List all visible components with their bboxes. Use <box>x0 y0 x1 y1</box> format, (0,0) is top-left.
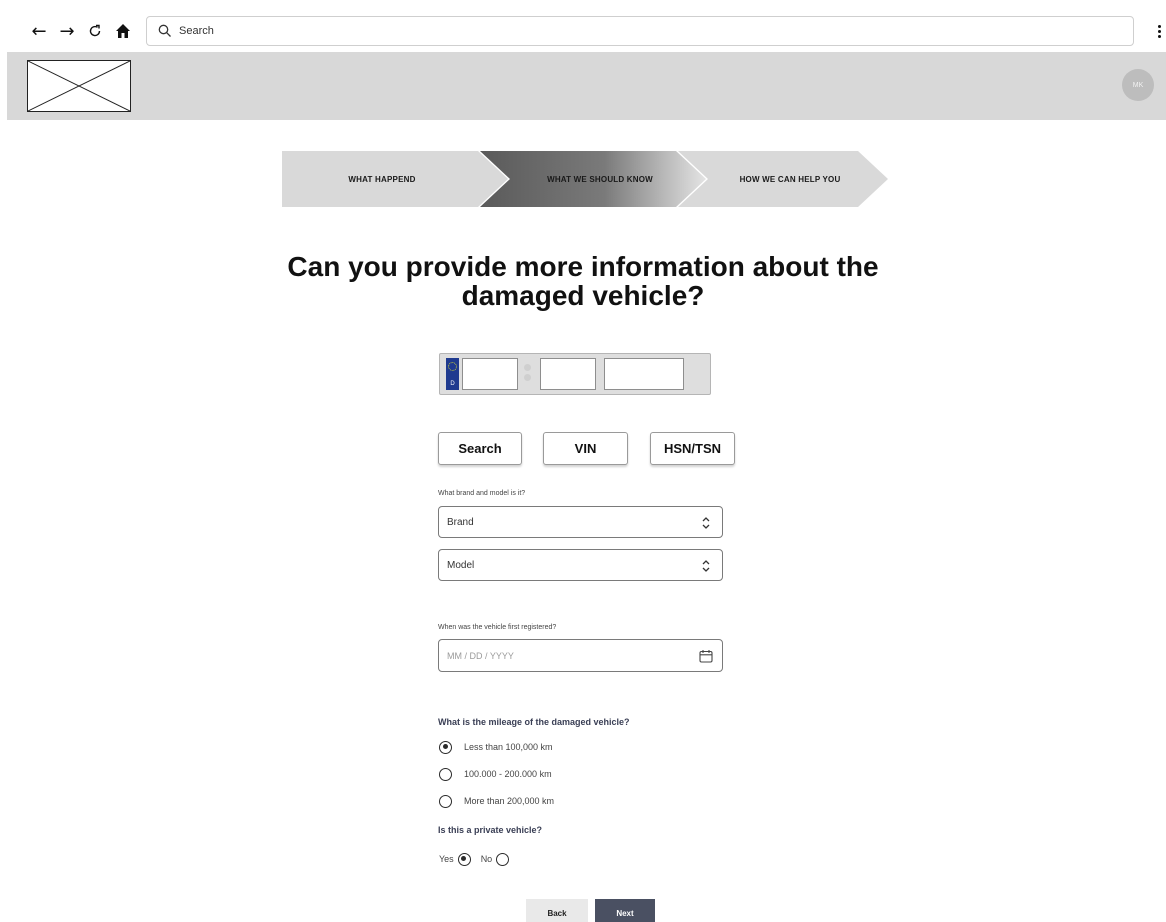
registration-date-placeholder: MM / DD / YYYY <box>447 651 514 661</box>
reload-icon[interactable] <box>84 20 106 42</box>
no-radio-button[interactable] <box>496 852 510 866</box>
private-vehicle-label: Is this a private vehicle? <box>438 825 543 835</box>
plate-seal-icon <box>524 374 531 381</box>
step-how-we-can-help-you[interactable]: HOW WE CAN HELP YOU <box>692 151 888 207</box>
model-select-value: Model <box>447 560 475 571</box>
registration-date-input[interactable]: MM / DD / YYYY <box>438 639 723 672</box>
home-icon[interactable] <box>112 20 134 42</box>
plate-letters-field[interactable] <box>540 358 596 390</box>
browser-toolbar: ← → Search <box>0 10 1166 52</box>
radio-label: More than 200,000 km <box>464 796 555 806</box>
radio-label: Less than 100,000 km <box>464 742 553 752</box>
step-what-happend[interactable]: WHAT HAPPEND <box>282 151 482 207</box>
page-title: Can you provide more information about t… <box>287 251 879 311</box>
license-plate-input: D <box>439 353 711 395</box>
plate-seal-icon <box>524 364 531 371</box>
calendar-icon[interactable] <box>698 648 714 664</box>
yes-label: Yes <box>439 854 454 864</box>
mileage-option-100k-200k[interactable]: 100.000 - 200.000 km <box>439 767 552 781</box>
radio-label: 100.000 - 200.000 km <box>464 769 552 779</box>
yes-radio-button[interactable] <box>457 852 471 866</box>
vin-button[interactable]: VIN <box>543 432 628 465</box>
radio-button[interactable] <box>439 740 452 754</box>
eu-stars-icon <box>448 362 457 371</box>
select-updown-icon <box>702 560 710 572</box>
forward-arrow-icon[interactable]: → <box>56 20 78 42</box>
select-updown-icon <box>702 517 710 529</box>
logo-placeholder-image <box>27 60 131 112</box>
private-vehicle-options: Yes No <box>439 852 510 866</box>
mileage-label: What is the mileage of the damaged vehic… <box>438 717 630 727</box>
plate-district-field[interactable] <box>462 358 518 390</box>
radio-button[interactable] <box>439 767 452 781</box>
next-button[interactable]: Next <box>595 899 655 922</box>
model-select[interactable]: Model <box>438 549 723 581</box>
brand-select[interactable]: Brand <box>438 506 723 538</box>
registration-label: When was the vehicle first registered? <box>438 624 557 631</box>
eu-country-badge: D <box>446 358 459 390</box>
search-placeholder: Search <box>179 25 214 37</box>
search-input[interactable]: Search <box>146 16 1134 46</box>
kebab-menu-icon[interactable] <box>1154 20 1164 42</box>
brand-select-value: Brand <box>447 517 474 528</box>
app-header: MK <box>7 52 1166 120</box>
step-what-we-should-know[interactable]: WHAT WE SHOULD KNOW <box>500 151 700 207</box>
no-label: No <box>480 854 493 864</box>
radio-button[interactable] <box>439 794 452 808</box>
country-code: D <box>450 381 455 387</box>
mileage-option-under-100k[interactable]: Less than 100,000 km <box>439 740 553 754</box>
progress-stepper: WHAT HAPPEND WHAT WE SHOULD KNOW HOW WE … <box>282 151 888 207</box>
hsn-tsn-button[interactable]: HSN/TSN <box>650 432 735 465</box>
brand-model-label: What brand and model is it? <box>438 490 526 497</box>
search-button[interactable]: Search <box>438 432 522 465</box>
back-arrow-icon[interactable]: ← <box>28 20 50 42</box>
plate-numbers-field[interactable] <box>604 358 684 390</box>
avatar[interactable]: MK <box>1122 69 1154 101</box>
back-button[interactable]: Back <box>526 899 588 922</box>
search-icon <box>158 24 171 37</box>
mileage-option-over-200k[interactable]: More than 200,000 km <box>439 794 554 808</box>
